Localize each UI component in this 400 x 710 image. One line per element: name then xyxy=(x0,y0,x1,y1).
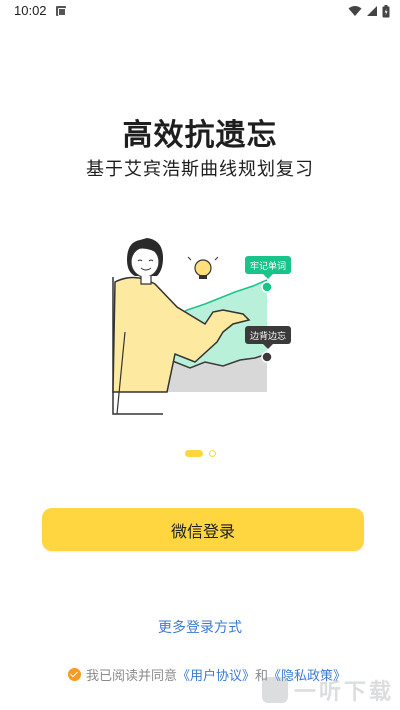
status-icons xyxy=(348,4,390,18)
status-bar: 10:02 xyxy=(0,0,400,24)
subheadline: 基于艾宾浩斯曲线规划复习 xyxy=(86,159,314,180)
label-forget-text: 边背边忘 xyxy=(250,330,286,342)
headline: 高效抗遗忘 xyxy=(122,118,278,153)
agreement-check-icon[interactable] xyxy=(68,668,81,681)
wechat-login-button[interactable]: 微信登录 xyxy=(42,508,364,551)
agreement-prefix: 我已阅读并同意 xyxy=(86,669,178,684)
label-remember-text: 牢记单词 xyxy=(250,260,286,272)
notification-icon xyxy=(56,6,66,16)
signal-icon xyxy=(367,6,377,16)
watermark: 一听下载 xyxy=(261,674,394,706)
forgetting-curve-illustration: 牢记单词 边背边忘 xyxy=(112,238,291,415)
bulb-icon xyxy=(187,256,219,279)
page-dot[interactable] xyxy=(209,450,216,457)
page-dot-active[interactable] xyxy=(185,450,203,457)
page-indicator[interactable] xyxy=(185,450,216,457)
label-remember: 牢记单词 xyxy=(245,256,291,279)
user-agreement-link[interactable]: 《用户协议》 xyxy=(177,665,255,684)
status-time: 10:02 xyxy=(14,3,47,18)
watermark-logo-icon xyxy=(261,677,288,703)
wifi-icon xyxy=(348,6,362,16)
more-login-options-link[interactable]: 更多登录方式 xyxy=(0,617,400,637)
watermark-text: 一听下载 xyxy=(293,680,394,705)
battery-icon xyxy=(382,4,390,17)
